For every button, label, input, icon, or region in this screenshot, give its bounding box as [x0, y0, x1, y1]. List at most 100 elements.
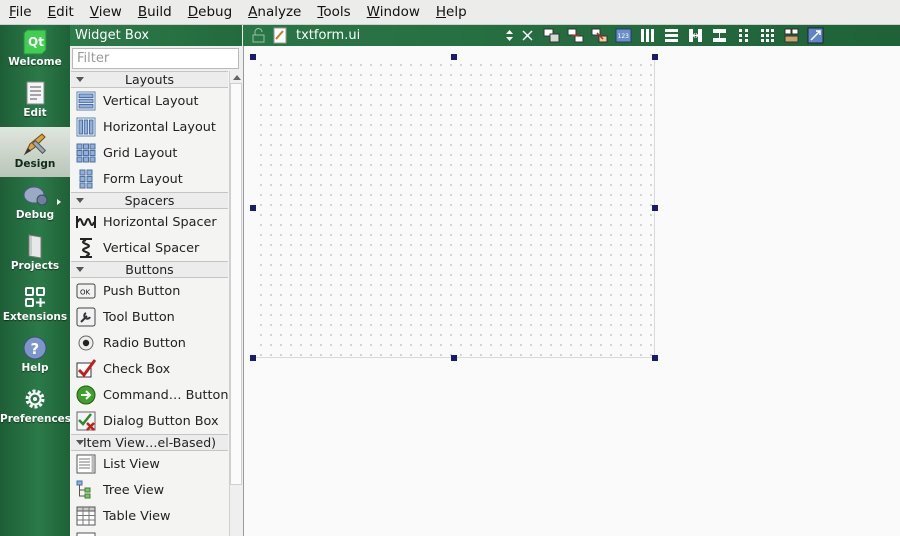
menu-debug[interactable]: Debug: [179, 0, 239, 24]
widget-push-button[interactable]: OK Push Button: [70, 278, 228, 304]
dialog-button-box-icon: [76, 411, 96, 431]
widget-box-title: Widget Box: [70, 25, 242, 46]
layout-horizontal-splitter-icon[interactable]: [687, 27, 704, 44]
vertical-layout-icon: [76, 91, 96, 111]
widget-horizontal-layout[interactable]: Horizontal Layout: [70, 114, 228, 140]
category-spacers[interactable]: Spacers: [71, 192, 228, 209]
bug-icon: [23, 186, 48, 206]
widget-filter-input[interactable]: [72, 48, 239, 69]
resize-handle-top-right[interactable]: [652, 54, 658, 60]
command-link-arrow-icon: [76, 385, 96, 405]
widget-table-view[interactable]: Table View: [70, 503, 228, 529]
mode-extensions[interactable]: Extensions: [0, 280, 70, 330]
menu-build[interactable]: Build: [129, 0, 179, 24]
category-item-views[interactable]: Item View…el-Based): [71, 434, 228, 451]
widget-label: Horizontal Layout: [103, 119, 216, 135]
widget-list-scrollbar[interactable]: [229, 71, 242, 536]
horizontal-spacer-icon: [76, 216, 96, 228]
svg-text:123: 123: [618, 33, 630, 40]
category-buttons[interactable]: Buttons: [71, 261, 228, 278]
menu-file[interactable]: File: [0, 0, 39, 24]
mode-preferences[interactable]: Preferences: [0, 382, 71, 432]
ui-file-icon: [273, 27, 287, 44]
check-box-icon: [76, 359, 96, 378]
widget-grid-layout[interactable]: Grid Layout: [70, 140, 228, 166]
widget-label: Push Button: [103, 283, 181, 299]
mode-label-debug: Debug: [15, 209, 55, 221]
widget-form-layout[interactable]: Form Layout: [70, 166, 228, 192]
menu-edit[interactable]: Edit: [39, 0, 81, 24]
debug-mode-arrow-icon: [57, 199, 61, 205]
gear-icon: [25, 389, 45, 409]
widget-next-partial[interactable]: [70, 529, 228, 536]
widget-list-view[interactable]: List View: [70, 451, 228, 477]
widget-label: Command… Button: [103, 387, 229, 403]
layout-grid-icon[interactable]: [759, 27, 776, 44]
mode-label-extensions: Extensions: [2, 311, 68, 323]
mode-edit[interactable]: Edit: [0, 76, 70, 126]
widget-tool-button[interactable]: Tool Button: [70, 304, 228, 330]
widget-command-link-button[interactable]: Command… Button: [70, 382, 229, 408]
expand-arrow-icon: [76, 440, 84, 445]
break-layout-icon[interactable]: [783, 27, 800, 44]
resize-handle-bottom-left[interactable]: [250, 355, 256, 361]
widget-label: Form Layout: [103, 171, 183, 187]
tree-view-icon: [76, 480, 91, 499]
widget-vertical-layout[interactable]: Vertical Layout: [70, 88, 228, 114]
category-layouts[interactable]: Layouts: [71, 71, 228, 88]
list-view-icon: [76, 454, 96, 474]
widget-vertical-spacer[interactable]: Vertical Spacer: [70, 235, 228, 261]
resize-handle-bottom[interactable]: [451, 355, 457, 361]
widget-label: Horizontal Spacer: [103, 214, 217, 230]
widget-tree-view[interactable]: Tree View: [70, 477, 228, 503]
expand-arrow-icon: [76, 77, 84, 82]
mode-projects[interactable]: Projects: [0, 229, 70, 279]
menu-help[interactable]: Help: [427, 0, 474, 24]
resize-handle-top[interactable]: [451, 54, 457, 60]
adjust-size-icon[interactable]: [807, 27, 824, 44]
push-button-icon: OK: [76, 283, 96, 299]
widget-label: Grid Layout: [103, 145, 178, 161]
widget-horizontal-spacer[interactable]: Horizontal Spacer: [70, 209, 228, 235]
extensions-icon: [25, 287, 45, 307]
menu-tools[interactable]: Tools: [308, 0, 357, 24]
mode-design[interactable]: Design: [0, 127, 70, 177]
widget-label: List View: [103, 456, 160, 472]
menu-view[interactable]: View: [81, 0, 129, 24]
mode-debug[interactable]: Debug: [0, 178, 70, 228]
menu-window[interactable]: Window: [358, 0, 427, 24]
category-label: Layouts: [124, 72, 174, 87]
mode-welcome[interactable]: Qt Welcome: [0, 25, 70, 75]
open-file-name[interactable]: txtform.ui: [296, 25, 360, 46]
layout-horizontal-icon[interactable]: [639, 27, 656, 44]
widget-check-box[interactable]: Check Box: [70, 356, 228, 382]
layout-form-icon[interactable]: [735, 27, 752, 44]
widget-label: Vertical Layout: [103, 93, 199, 109]
menu-bar: File Edit View Build Debug Analyze Tools…: [0, 0, 900, 25]
close-document-icon[interactable]: [519, 27, 536, 44]
edit-buddies-icon[interactable]: [591, 27, 608, 44]
widget-dialog-button-box[interactable]: Dialog Button Box: [70, 408, 228, 434]
document-edit-icon: [26, 81, 45, 105]
resize-handle-top-left[interactable]: [250, 54, 256, 60]
menu-analyze[interactable]: Analyze: [239, 0, 308, 24]
widget-label: Tool Button: [103, 309, 175, 325]
resize-handle-bottom-right[interactable]: [652, 355, 658, 361]
file-dropdown-arrows-icon[interactable]: [501, 27, 518, 44]
edit-widgets-icon[interactable]: [543, 27, 560, 44]
scrollbar-thumb[interactable]: [230, 83, 242, 485]
widget-label: Check Box: [103, 361, 171, 377]
resize-handle-left[interactable]: [250, 205, 256, 211]
category-label: Buttons: [125, 262, 174, 277]
layout-vertical-splitter-icon[interactable]: [711, 27, 728, 44]
help-icon: ?: [23, 336, 47, 360]
edit-tab-order-icon[interactable]: 123: [615, 27, 632, 44]
mode-help[interactable]: ? Help: [0, 331, 70, 381]
widget-radio-button[interactable]: Radio Button: [70, 330, 228, 356]
scroll-up-arrow-icon[interactable]: [233, 75, 241, 80]
mode-label-help: Help: [21, 362, 49, 374]
edit-signals-slots-icon[interactable]: [567, 27, 584, 44]
form-widget[interactable]: [253, 57, 655, 358]
layout-vertical-icon[interactable]: [663, 27, 680, 44]
resize-handle-right[interactable]: [652, 205, 658, 211]
